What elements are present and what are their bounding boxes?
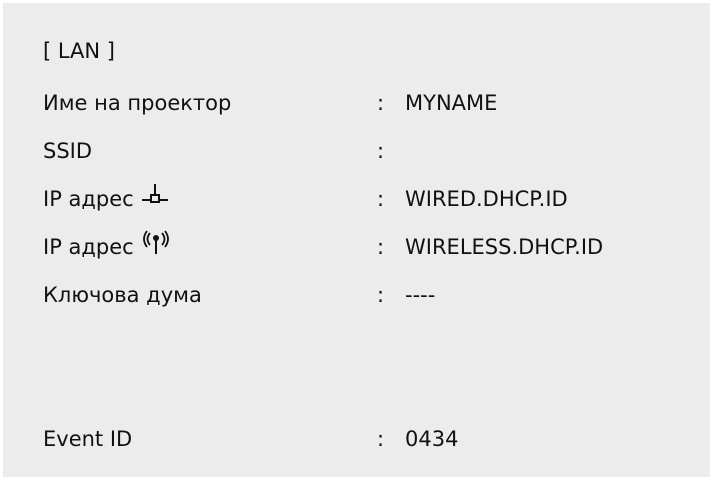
keyword-separator: : xyxy=(377,283,385,307)
keyword-value: ---- xyxy=(405,283,436,307)
lan-section-title: [ LAN ] xyxy=(43,39,115,63)
ip-wired-separator: : xyxy=(377,187,385,211)
event-id-separator: : xyxy=(377,427,385,451)
ip-wireless-label: IP адрес xyxy=(43,235,134,259)
projector-name-separator: : xyxy=(377,91,385,115)
ip-wireless-value: WIRELESS.DHCP.ID xyxy=(405,235,604,259)
lan-info-panel: [ LAN ] Име на проектор : MYNAME SSID : … xyxy=(3,3,710,477)
ip-wired-label-group: IP адрес xyxy=(43,184,169,214)
event-id-label: Event ID xyxy=(43,427,133,451)
event-id-value: 0434 xyxy=(405,427,459,451)
ip-wired-label: IP адрес xyxy=(43,187,134,211)
keyword-label: Ключова дума xyxy=(43,283,202,307)
ip-wired-value: WIRED.DHCP.ID xyxy=(405,187,568,211)
wireless-antenna-icon xyxy=(141,230,171,264)
projector-name-value: MYNAME xyxy=(405,91,498,115)
ip-wireless-label-group: IP адрес xyxy=(43,230,171,264)
ip-wireless-separator: : xyxy=(377,235,385,259)
ssid-label: SSID xyxy=(43,139,93,163)
projector-name-label: Име на проектор xyxy=(43,91,232,115)
ssid-separator: : xyxy=(377,139,385,163)
wired-lan-icon xyxy=(141,183,169,215)
